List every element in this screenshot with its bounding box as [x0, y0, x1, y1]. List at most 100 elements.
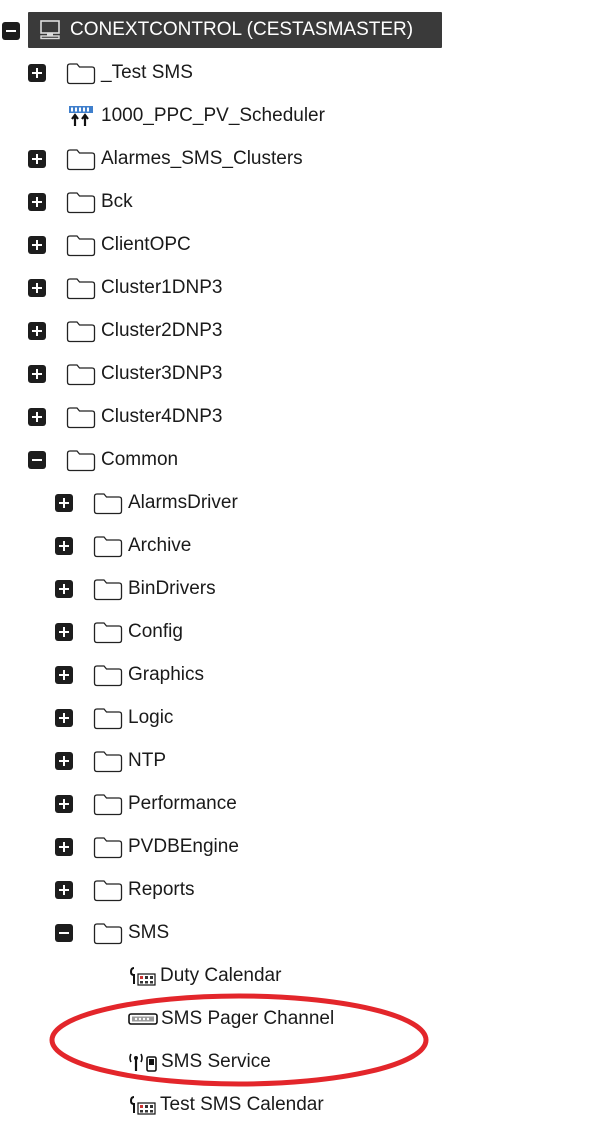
folder-icon	[66, 321, 96, 343]
folder-icon	[66, 192, 96, 214]
tree-item-sms[interactable]: SMS	[55, 916, 169, 950]
item-label: Cluster1DNP3	[101, 277, 223, 298]
root-collapse-toggle[interactable]	[2, 22, 20, 40]
tree-item-test-sms-calendar[interactable]: Test SMS Calendar	[128, 1088, 324, 1122]
item-label: Test SMS Calendar	[160, 1094, 324, 1115]
tree-root-node[interactable]: CONEXTCONTROL (CESTASMASTER)	[28, 12, 442, 48]
expand-toggle[interactable]	[28, 150, 46, 168]
tree-item-cluster3dnp3[interactable]: Cluster3DNP3	[28, 357, 222, 391]
folder-icon	[93, 536, 123, 558]
antenna-icon	[129, 1053, 157, 1072]
expand-toggle[interactable]	[28, 193, 46, 211]
item-label: Performance	[128, 793, 237, 814]
folder-icon	[93, 579, 123, 601]
folder-icon	[93, 923, 123, 945]
folder-icon	[93, 665, 123, 687]
folder-icon	[93, 880, 123, 902]
item-label: Cluster4DNP3	[101, 406, 223, 427]
expand-toggle[interactable]	[55, 666, 73, 684]
expand-toggle[interactable]	[55, 881, 73, 899]
tree-item-clientopc[interactable]: ClientOPC	[28, 228, 191, 262]
expand-toggle[interactable]	[55, 752, 73, 770]
project-tree: CONEXTCONTROL (CESTASMASTER) _Test SMS 1…	[0, 0, 600, 1128]
collapse-toggle[interactable]	[55, 924, 73, 942]
folder-icon	[93, 708, 123, 730]
folder-icon	[93, 751, 123, 773]
item-label: Cluster3DNP3	[101, 363, 223, 384]
item-label: Reports	[128, 879, 195, 900]
tree-item-cluster2dnp3[interactable]: Cluster2DNP3	[28, 314, 222, 348]
expand-toggle[interactable]	[28, 365, 46, 383]
item-label: _Test SMS	[101, 62, 193, 83]
expand-toggle[interactable]	[28, 236, 46, 254]
tree-item-reports[interactable]: Reports	[55, 873, 195, 907]
scheduler-icon	[69, 106, 93, 126]
tree-item-config[interactable]: Config	[55, 615, 183, 649]
folder-icon	[93, 622, 123, 644]
expand-toggle[interactable]	[55, 537, 73, 555]
item-label: SMS Service	[161, 1051, 271, 1072]
expand-toggle[interactable]	[55, 838, 73, 856]
expand-toggle[interactable]	[28, 322, 46, 340]
item-label: 1000_PPC_PV_Scheduler	[101, 105, 325, 126]
expand-toggle[interactable]	[55, 494, 73, 512]
tree-item-archive[interactable]: Archive	[55, 529, 191, 563]
item-label: Duty Calendar	[160, 965, 282, 986]
folder-icon	[66, 63, 96, 85]
tree-item-alarmsdriver[interactable]: AlarmsDriver	[55, 486, 238, 520]
pager-icon	[128, 1013, 158, 1025]
item-label: BinDrivers	[128, 578, 216, 599]
item-label: PVDBEngine	[128, 836, 239, 857]
item-label: Config	[128, 621, 183, 642]
collapse-toggle[interactable]	[28, 451, 46, 469]
expand-toggle[interactable]	[28, 408, 46, 426]
computer-icon	[40, 20, 60, 40]
folder-icon	[66, 407, 96, 429]
tree-item-performance[interactable]: Performance	[55, 787, 237, 821]
tree-item-sms-pager-channel[interactable]: SMS Pager Channel	[128, 1002, 334, 1036]
folder-icon	[93, 493, 123, 515]
item-label: Bck	[101, 191, 133, 212]
item-label: ClientOPC	[101, 234, 191, 255]
tree-item-duty-calendar[interactable]: Duty Calendar	[128, 959, 281, 993]
item-label: SMS	[128, 922, 170, 943]
item-label: Cluster2DNP3	[101, 320, 223, 341]
folder-icon	[66, 149, 96, 171]
expand-toggle[interactable]	[55, 795, 73, 813]
expand-toggle[interactable]	[55, 623, 73, 641]
folder-icon	[66, 278, 96, 300]
tree-item-logic[interactable]: Logic	[55, 701, 173, 735]
folder-icon	[93, 837, 123, 859]
tree-item-common[interactable]: Common	[28, 443, 178, 477]
tree-item-sms-service[interactable]: SMS Service	[128, 1045, 271, 1079]
item-label: AlarmsDriver	[128, 492, 238, 513]
tree-item-test-sms[interactable]: _Test SMS	[28, 56, 193, 90]
expand-toggle[interactable]	[55, 709, 73, 727]
item-label: Graphics	[128, 664, 205, 685]
item-label: Logic	[128, 707, 174, 728]
tree-item-alarmes-sms-clusters[interactable]: Alarmes_SMS_Clusters	[28, 142, 303, 176]
item-label: SMS Pager Channel	[161, 1008, 335, 1029]
tree-item-cluster1dnp3[interactable]: Cluster1DNP3	[28, 271, 222, 305]
item-label: Alarmes_SMS_Clusters	[101, 148, 303, 169]
item-label: NTP	[128, 750, 166, 771]
tree-item-scheduler[interactable]: 1000_PPC_PV_Scheduler	[28, 99, 325, 133]
tree-item-pvdbengine[interactable]: PVDBEngine	[55, 830, 239, 864]
folder-icon	[66, 235, 96, 257]
calendar-icon	[129, 967, 156, 986]
tree-item-bindrivers[interactable]: BinDrivers	[55, 572, 216, 606]
expand-toggle[interactable]	[28, 279, 46, 297]
tree-item-bck[interactable]: Bck	[28, 185, 133, 219]
tree-item-cluster4dnp3[interactable]: Cluster4DNP3	[28, 400, 222, 434]
folder-icon	[66, 364, 96, 386]
item-label: Common	[101, 449, 179, 470]
folder-icon	[93, 794, 123, 816]
folder-icon	[66, 450, 96, 472]
tree-item-ntp[interactable]: NTP	[55, 744, 166, 778]
expand-toggle[interactable]	[28, 64, 46, 82]
expand-toggle[interactable]	[55, 580, 73, 598]
root-label: CONEXTCONTROL (CESTASMASTER)	[70, 19, 414, 40]
item-label: Archive	[128, 535, 192, 556]
tree-item-graphics[interactable]: Graphics	[55, 658, 204, 692]
calendar-icon	[129, 1096, 156, 1115]
